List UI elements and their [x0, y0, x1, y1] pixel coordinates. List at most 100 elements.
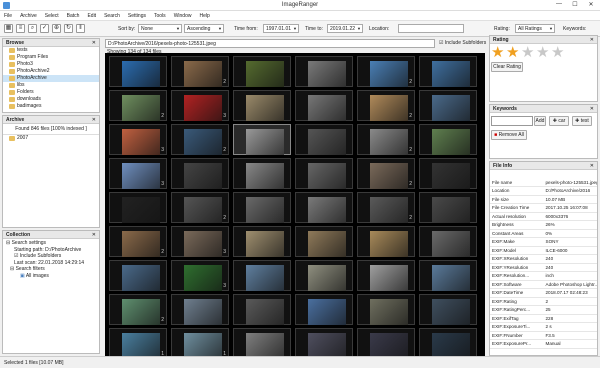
location-input[interactable] — [398, 24, 464, 33]
check-icon[interactable]: ✓ — [40, 24, 49, 33]
image-thumbnail[interactable] — [233, 158, 291, 189]
image-thumbnail[interactable] — [295, 328, 353, 356]
browse-folder-item[interactable]: tests — [3, 47, 99, 54]
star-icon[interactable]: ★ — [521, 45, 534, 60]
image-thumbnail[interactable]: 3 — [109, 124, 167, 155]
close-icon[interactable]: ✕ — [590, 106, 594, 112]
image-thumbnail[interactable] — [357, 226, 415, 257]
image-thumbnail[interactable] — [419, 56, 477, 87]
image-thumbnail[interactable] — [233, 56, 291, 87]
image-thumbnail[interactable] — [295, 158, 353, 189]
menu-settings[interactable]: Settings — [124, 11, 150, 20]
image-thumbnail[interactable] — [233, 90, 291, 121]
path-input[interactable]: D:/PhotoArchive/2016/pexels-photo-125531… — [105, 39, 435, 48]
star-icon[interactable]: ★ — [536, 45, 549, 60]
add-keyword-button[interactable]: Add — [534, 116, 546, 126]
pause-icon[interactable]: ‖ — [76, 24, 85, 33]
image-thumbnail[interactable]: 2 — [109, 90, 167, 121]
image-thumbnail[interactable] — [295, 192, 353, 223]
image-thumbnail[interactable] — [419, 192, 477, 223]
list-view-icon[interactable]: ≡ — [16, 24, 25, 33]
time-to-select[interactable]: 2019.01.22 ▼ — [327, 24, 363, 33]
close-icon[interactable]: ✕ — [92, 117, 96, 123]
star-icon[interactable]: ★ — [506, 45, 519, 60]
archive-item[interactable]: 2007 — [3, 135, 99, 142]
image-thumbnail[interactable]: 2 — [171, 192, 229, 223]
image-thumbnail[interactable] — [171, 294, 229, 325]
close-icon[interactable]: ✕ — [590, 163, 594, 169]
collection-all-images[interactable]: ▣ All images — [6, 273, 96, 280]
menu-select[interactable]: Select — [41, 11, 63, 20]
image-thumbnail[interactable] — [233, 192, 291, 223]
image-thumbnail[interactable] — [295, 226, 353, 257]
clear-rating-button[interactable]: Clear Rating — [491, 62, 523, 72]
image-thumbnail[interactable] — [233, 328, 291, 356]
image-thumbnail[interactable] — [419, 328, 477, 356]
image-thumbnail[interactable]: 2 — [357, 56, 415, 87]
image-thumbnail[interactable]: 2 — [357, 158, 415, 189]
image-thumbnail[interactable] — [419, 294, 477, 325]
image-thumbnail[interactable] — [295, 124, 353, 155]
include-subfolders-toggle[interactable]: ☑ Include Subfolders — [439, 40, 486, 46]
maximize-button[interactable]: ☐ — [568, 1, 582, 8]
image-thumbnail[interactable] — [109, 56, 167, 87]
close-icon[interactable]: ✕ — [92, 40, 96, 46]
close-icon[interactable]: ✕ — [590, 37, 594, 43]
image-thumbnail[interactable] — [233, 226, 291, 257]
image-thumbnail[interactable]: 1 — [171, 328, 229, 356]
image-thumbnail[interactable] — [233, 260, 291, 291]
browse-folder-item[interactable]: libs — [3, 82, 99, 89]
menu-file[interactable]: File — [0, 11, 16, 20]
image-thumbnail[interactable] — [295, 260, 353, 291]
keyword-tag-car[interactable]: ✚ car — [549, 116, 569, 126]
sort-select[interactable]: None ▼ — [138, 24, 182, 33]
image-thumbnail[interactable]: 2 — [357, 192, 415, 223]
checkbox-icon[interactable]: ☑ — [14, 253, 18, 259]
image-thumbnail[interactable]: 2 — [171, 124, 229, 155]
image-thumbnail[interactable] — [233, 294, 291, 325]
image-thumbnail[interactable]: 2 — [109, 294, 167, 325]
image-thumbnail[interactable] — [419, 260, 477, 291]
menu-help[interactable]: Help — [195, 11, 213, 20]
image-thumbnail[interactable] — [233, 124, 291, 155]
image-thumbnail[interactable] — [419, 90, 477, 121]
image-thumbnail[interactable]: 3 — [171, 90, 229, 121]
image-thumbnail[interactable]: 3 — [171, 226, 229, 257]
menu-tools[interactable]: Tools — [150, 11, 170, 20]
image-thumbnail[interactable] — [171, 158, 229, 189]
browse-folder-item[interactable]: PhotoArchive — [3, 75, 99, 82]
browse-folder-item[interactable]: badimages — [3, 103, 99, 110]
image-thumbnail[interactable] — [295, 90, 353, 121]
browse-folder-item[interactable]: Photo3 — [3, 61, 99, 68]
image-thumbnail[interactable]: 3 — [109, 158, 167, 189]
refresh-icon[interactable]: ↻ — [64, 24, 73, 33]
image-thumbnail[interactable] — [109, 192, 167, 223]
menu-window[interactable]: Window — [170, 11, 196, 20]
image-thumbnail[interactable] — [357, 328, 415, 356]
order-select[interactable]: Ascending ▼ — [184, 24, 224, 33]
close-button[interactable]: ✕ — [584, 1, 598, 8]
remove-all-button[interactable]: ■ Remove All — [491, 130, 527, 140]
keyword-tag-test[interactable]: ✚ test — [572, 116, 592, 126]
rating-select[interactable]: All Ratings ▼ — [515, 24, 555, 33]
image-thumbnail[interactable] — [419, 226, 477, 257]
grid-view-icon[interactable]: ▦ — [4, 24, 13, 33]
image-thumbnail[interactable]: 1 — [109, 328, 167, 356]
keyword-input[interactable] — [491, 116, 533, 126]
image-thumbnail[interactable] — [419, 124, 477, 155]
close-icon[interactable]: ✕ — [92, 232, 96, 238]
image-thumbnail[interactable] — [295, 56, 353, 87]
image-thumbnail[interactable] — [357, 294, 415, 325]
image-thumbnail[interactable] — [109, 260, 167, 291]
menu-archive[interactable]: Archive — [16, 11, 41, 20]
search-plus-icon[interactable]: ⊕ — [52, 24, 61, 33]
image-thumbnail[interactable] — [419, 158, 477, 189]
browse-folder-item[interactable]: downloads — [3, 96, 99, 103]
browse-folder-item[interactable]: Folders — [3, 89, 99, 96]
menu-edit[interactable]: Edit — [83, 11, 100, 20]
image-thumbnail[interactable] — [295, 294, 353, 325]
image-thumbnail[interactable]: 2 — [357, 90, 415, 121]
star-icon[interactable]: ★ — [551, 45, 564, 60]
image-thumbnail[interactable]: 2 — [357, 124, 415, 155]
menu-batch[interactable]: Batch — [63, 11, 84, 20]
